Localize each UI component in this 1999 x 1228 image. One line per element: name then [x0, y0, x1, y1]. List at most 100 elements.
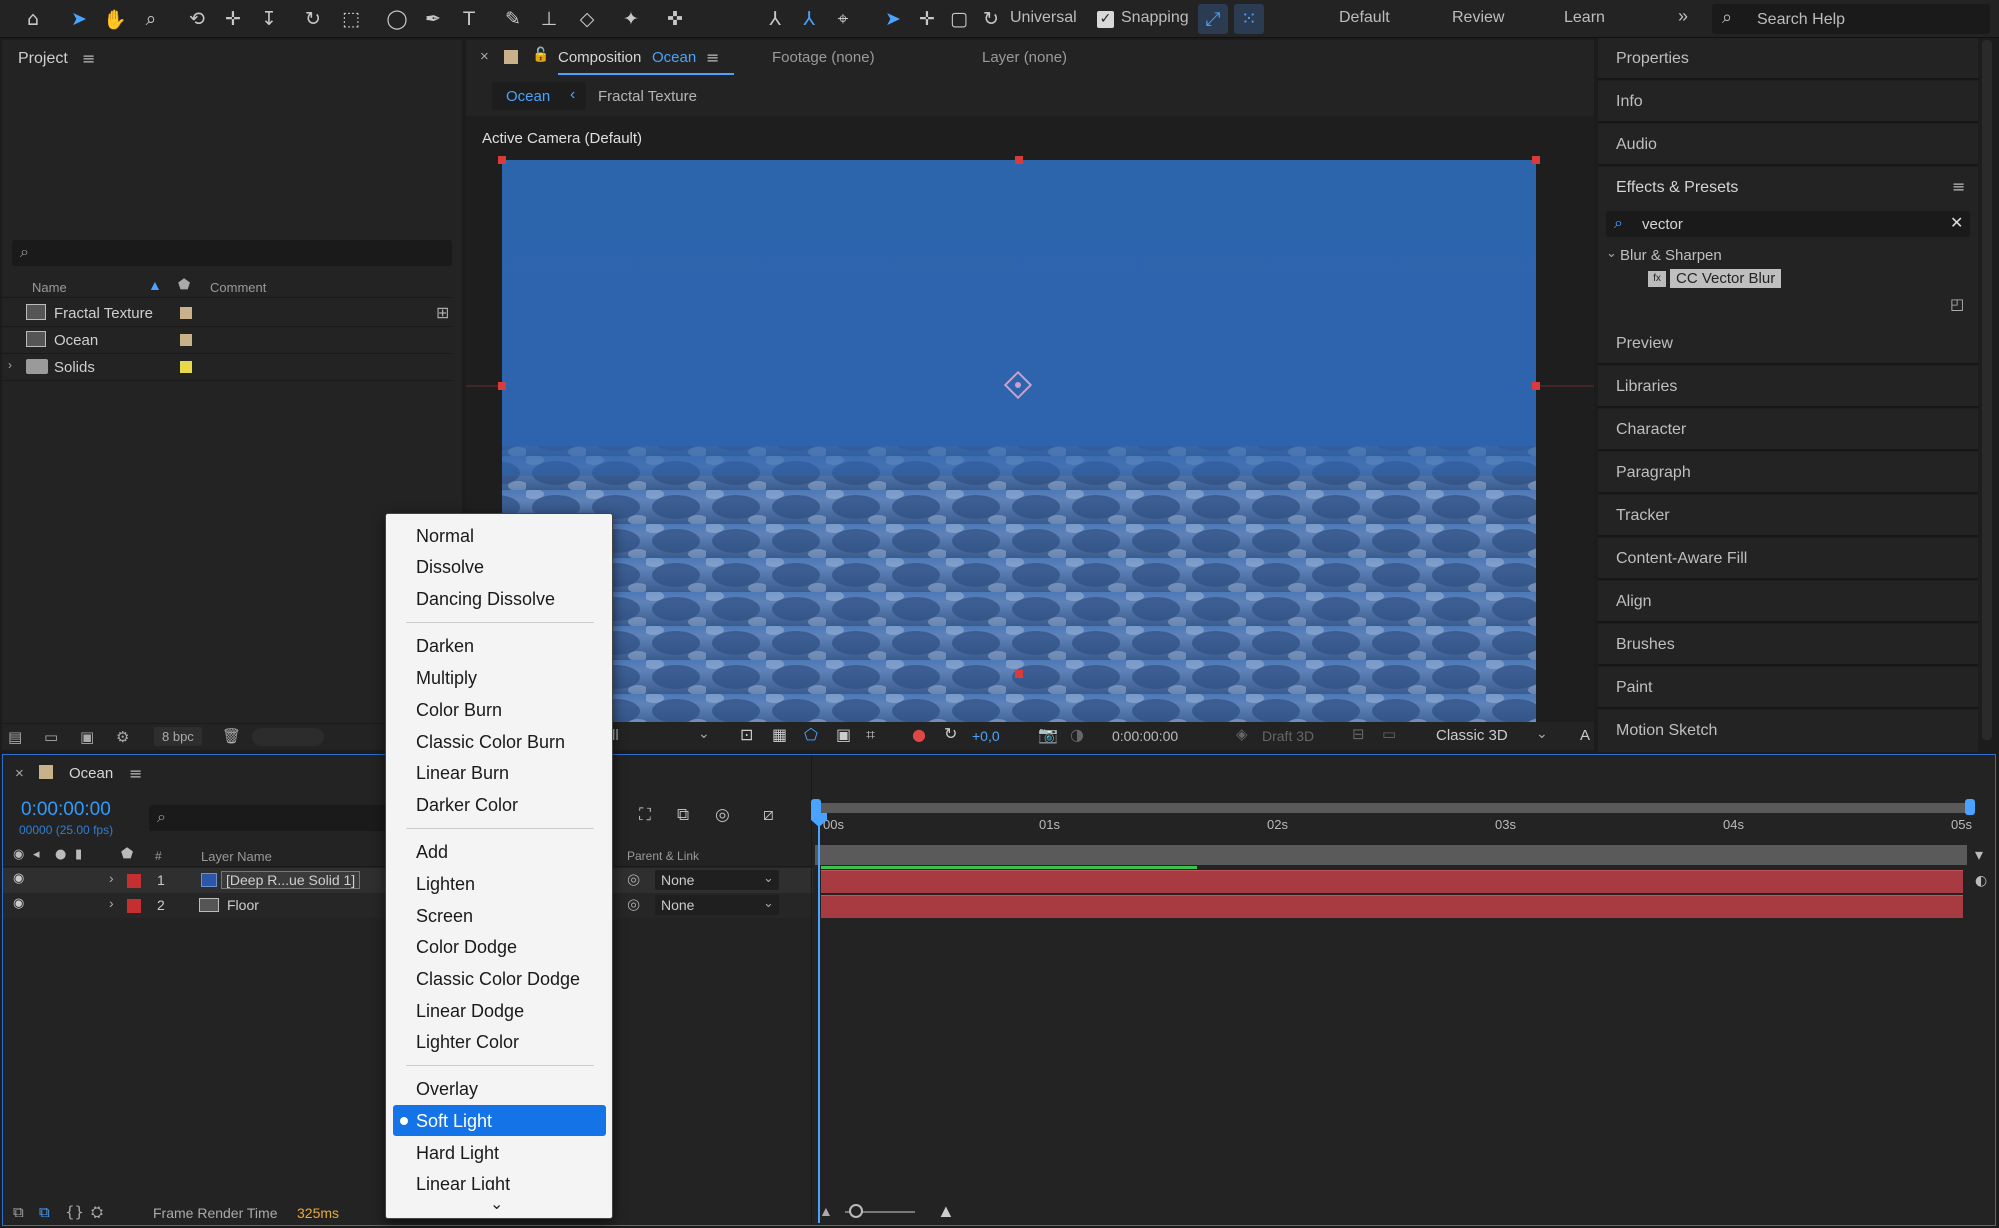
chevron-down-icon[interactable]: ⌄: [1536, 725, 1548, 742]
work-area-end-handle[interactable]: [1965, 799, 1975, 815]
panel-tracker[interactable]: Tracker: [1598, 495, 1978, 537]
motion-blur-icon[interactable]: ◎: [715, 805, 730, 825]
project-menu-icon[interactable]: ≡: [82, 49, 95, 68]
layer-bar-1[interactable]: [821, 870, 1963, 893]
menu-item-soft-light[interactable]: Soft Light: [416, 1111, 492, 1132]
eraser-tool-icon[interactable]: ◇: [572, 4, 602, 34]
menu-item-color-burn[interactable]: Color Burn: [416, 700, 502, 721]
edge-handle[interactable]: [1015, 156, 1023, 164]
zoom-tool-icon[interactable]: ⌕: [136, 4, 166, 34]
flowchart-icon[interactable]: ⊞: [436, 303, 449, 322]
layer-name[interactable]: Floor: [227, 897, 259, 913]
label-color-swatch[interactable]: [180, 361, 192, 373]
ellipse-tool-icon[interactable]: ◯: [382, 4, 412, 34]
panel-character[interactable]: Character: [1598, 409, 1978, 451]
close-icon[interactable]: ×: [15, 765, 24, 782]
interpret-footage-icon[interactable]: ▤: [8, 728, 22, 746]
layer-name-column-header[interactable]: Layer Name: [201, 849, 272, 864]
layer-label-color[interactable]: [127, 899, 141, 913]
universal-scale-icon[interactable]: ▢: [944, 4, 974, 34]
universal-select-icon[interactable]: ➤: [878, 4, 908, 34]
color-channels-icon[interactable]: ●: [912, 725, 926, 744]
menu-item-multiply[interactable]: Multiply: [416, 668, 477, 689]
panel-paint[interactable]: Paint: [1598, 667, 1978, 709]
timeline-menu-icon[interactable]: ≡: [129, 764, 142, 783]
right-panel-scrollbar[interactable]: [1982, 40, 1992, 740]
universal-rotate-icon[interactable]: ↻: [976, 4, 1006, 34]
timeline-tab[interactable]: Ocean: [69, 765, 113, 782]
panel-properties[interactable]: Properties: [1598, 38, 1978, 80]
label-tag-icon[interactable]: ⬟: [121, 846, 133, 862]
project-item-ocean[interactable]: Ocean: [2, 327, 452, 354]
resolution-dropdown[interactable]: ll: [612, 727, 619, 744]
menu-item-overlay[interactable]: Overlay: [416, 1079, 478, 1100]
extended-viewer-icon[interactable]: ▭: [1382, 725, 1396, 743]
workspace-overflow-button[interactable]: »: [1678, 6, 1688, 27]
scroll-down-chevron-icon[interactable]: ⌄: [490, 1194, 503, 1214]
workspace-learn[interactable]: Learn: [1564, 9, 1605, 27]
snap-grid-icon[interactable]: ⁙: [1234, 4, 1264, 34]
active-camera-dropdown[interactable]: A: [1580, 727, 1590, 744]
show-snapshot-icon[interactable]: ◑: [1070, 725, 1084, 744]
label-color-swatch[interactable]: [180, 307, 192, 319]
parent-link-column-header[interactable]: Parent & Link: [627, 849, 699, 863]
zoom-out-icon[interactable]: ▲: [819, 1203, 833, 1219]
panel-info[interactable]: Info: [1598, 81, 1978, 123]
eye-icon[interactable]: ◉: [13, 871, 24, 886]
layer-name[interactable]: [Deep R...ue Solid 1]: [221, 871, 361, 889]
clone-stamp-icon[interactable]: ⊥: [534, 4, 564, 34]
speaker-icon[interactable]: ◂: [33, 847, 40, 862]
selection-tool-icon[interactable]: ➤: [64, 4, 94, 34]
zoom-in-icon[interactable]: ▲: [937, 1201, 955, 1222]
chevron-down-icon[interactable]: ⌄: [698, 725, 710, 742]
transparency-grid-icon[interactable]: ▦: [772, 725, 787, 744]
new-bin-icon[interactable]: ◰: [1950, 295, 1964, 313]
effects-menu-icon[interactable]: ≡: [1952, 177, 1965, 196]
panel-align[interactable]: Align: [1598, 581, 1978, 623]
menu-item-add[interactable]: Add: [416, 842, 448, 863]
region-of-interest-icon[interactable]: ⊡: [740, 725, 753, 744]
project-panel-title[interactable]: Project: [18, 50, 68, 68]
eye-icon[interactable]: ◉: [13, 896, 24, 911]
renderer-dropdown[interactable]: Classic 3D: [1436, 727, 1508, 744]
menu-item-classic-color-burn[interactable]: Classic Color Burn: [416, 732, 565, 753]
menu-item-linear-burn[interactable]: Linear Burn: [416, 763, 509, 784]
panel-paragraph[interactable]: Paragraph: [1598, 452, 1978, 494]
menu-item-classic-color-dodge[interactable]: Classic Color Dodge: [416, 969, 580, 990]
pan-camera-icon[interactable]: ✛: [218, 4, 248, 34]
dolly-camera-icon[interactable]: ↧: [254, 4, 284, 34]
mask-path-icon[interactable]: ⬠: [804, 725, 818, 744]
home-icon[interactable]: ⌂: [18, 4, 48, 34]
rotate-tool-icon[interactable]: ↻: [298, 4, 328, 34]
project-item-solids[interactable]: › Solids: [2, 354, 452, 381]
universal-move-icon[interactable]: ✛: [912, 4, 942, 34]
comment-column-header[interactable]: Comment: [210, 280, 266, 295]
panel-content-aware-fill[interactable]: Content-Aware Fill: [1598, 538, 1978, 580]
orbit-camera-icon[interactable]: ⟲: [182, 4, 212, 34]
render-time-icon[interactable]: ⛭: [91, 1203, 103, 1221]
menu-item-dancing-dissolve[interactable]: Dancing Dissolve: [416, 589, 555, 610]
layer-switches-icon[interactable]: ⧉: [13, 1203, 24, 1221]
brush-tool-icon[interactable]: ✎: [498, 4, 528, 34]
new-folder-icon[interactable]: ▭: [44, 728, 58, 746]
eye-icon[interactable]: ◉: [13, 847, 24, 862]
corner-handle[interactable]: [498, 156, 506, 164]
viewer-timecode[interactable]: 0:00:00:00: [1112, 728, 1178, 744]
grid-guides-icon[interactable]: ⌗: [866, 725, 875, 745]
panel-motion-sketch[interactable]: Motion Sketch: [1598, 710, 1978, 752]
edge-handle[interactable]: [498, 382, 506, 390]
menu-item-normal[interactable]: Normal: [416, 526, 474, 547]
parent-dropdown[interactable]: None ⌄: [655, 895, 779, 915]
footage-tab[interactable]: Footage (none): [772, 49, 875, 66]
viewer-area[interactable]: Active Camera (Default): [466, 116, 1594, 722]
parent-dropdown[interactable]: None ⌄: [655, 870, 779, 890]
project-item-fractal-texture[interactable]: Fractal Texture ⊞: [2, 300, 452, 327]
menu-item-hard-light[interactable]: Hard Light: [416, 1143, 499, 1164]
comp-menu-icon[interactable]: ≡: [706, 48, 719, 67]
pick-whip-icon[interactable]: ◎: [627, 895, 640, 913]
exposure-value[interactable]: +0,0: [972, 728, 1000, 744]
graph-editor-icon[interactable]: ⧄: [763, 805, 774, 825]
layer-bar-2[interactable]: [821, 895, 1963, 918]
menu-item-lighter-color[interactable]: Lighter Color: [416, 1032, 519, 1053]
hand-tool-icon[interactable]: ✋: [100, 4, 130, 34]
